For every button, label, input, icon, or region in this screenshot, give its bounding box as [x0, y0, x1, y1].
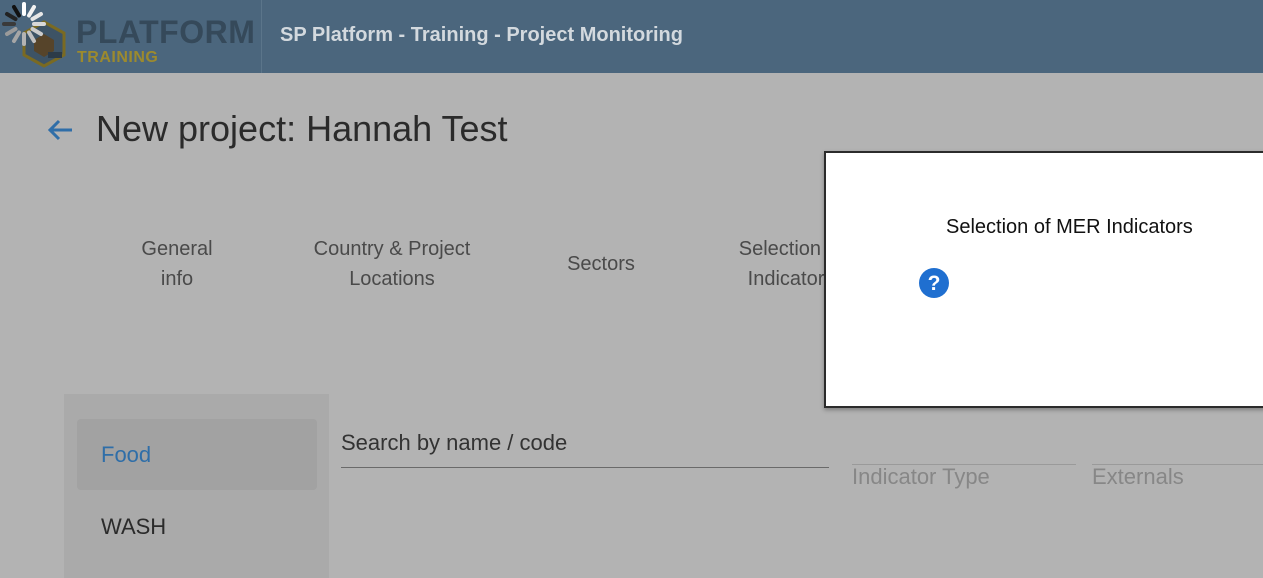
svg-text:?: ? — [928, 272, 941, 295]
spinner-icon — [2, 2, 46, 46]
category-food[interactable]: Food — [77, 419, 317, 490]
mer-indicators-popup: Selection of MER Indicators ? — [824, 151, 1263, 408]
indicator-type-select[interactable]: Indicator Type — [852, 464, 1076, 504]
logo-subtitle: TRAINING — [77, 49, 159, 66]
step-country-project-locations[interactable]: Country & Project Locations — [302, 234, 482, 294]
top-app-bar: PLATFORM TRAINING SP Platform - Training… — [0, 0, 1263, 73]
popup-title: Selection of MER Indicators — [946, 216, 1193, 238]
search-input[interactable]: Search by name / code — [341, 424, 829, 468]
step-sectors[interactable]: Sectors — [556, 249, 646, 279]
app-title: SP Platform - Training - Project Monitor… — [280, 24, 683, 46]
step-general-info[interactable]: General info — [126, 234, 228, 294]
question-circle-icon[interactable]: ? — [918, 267, 950, 299]
category-wash[interactable]: WASH — [77, 491, 317, 562]
page-title: New project: Hannah Test — [96, 108, 508, 149]
category-list: Food WASH — [64, 394, 329, 578]
externals-label: Externals — [1092, 464, 1184, 489]
logo-title: PLATFORM — [76, 14, 256, 50]
externals-select[interactable]: Externals — [1092, 464, 1263, 504]
arrow-left-icon[interactable] — [44, 114, 76, 146]
indicator-type-label: Indicator Type — [852, 464, 990, 489]
